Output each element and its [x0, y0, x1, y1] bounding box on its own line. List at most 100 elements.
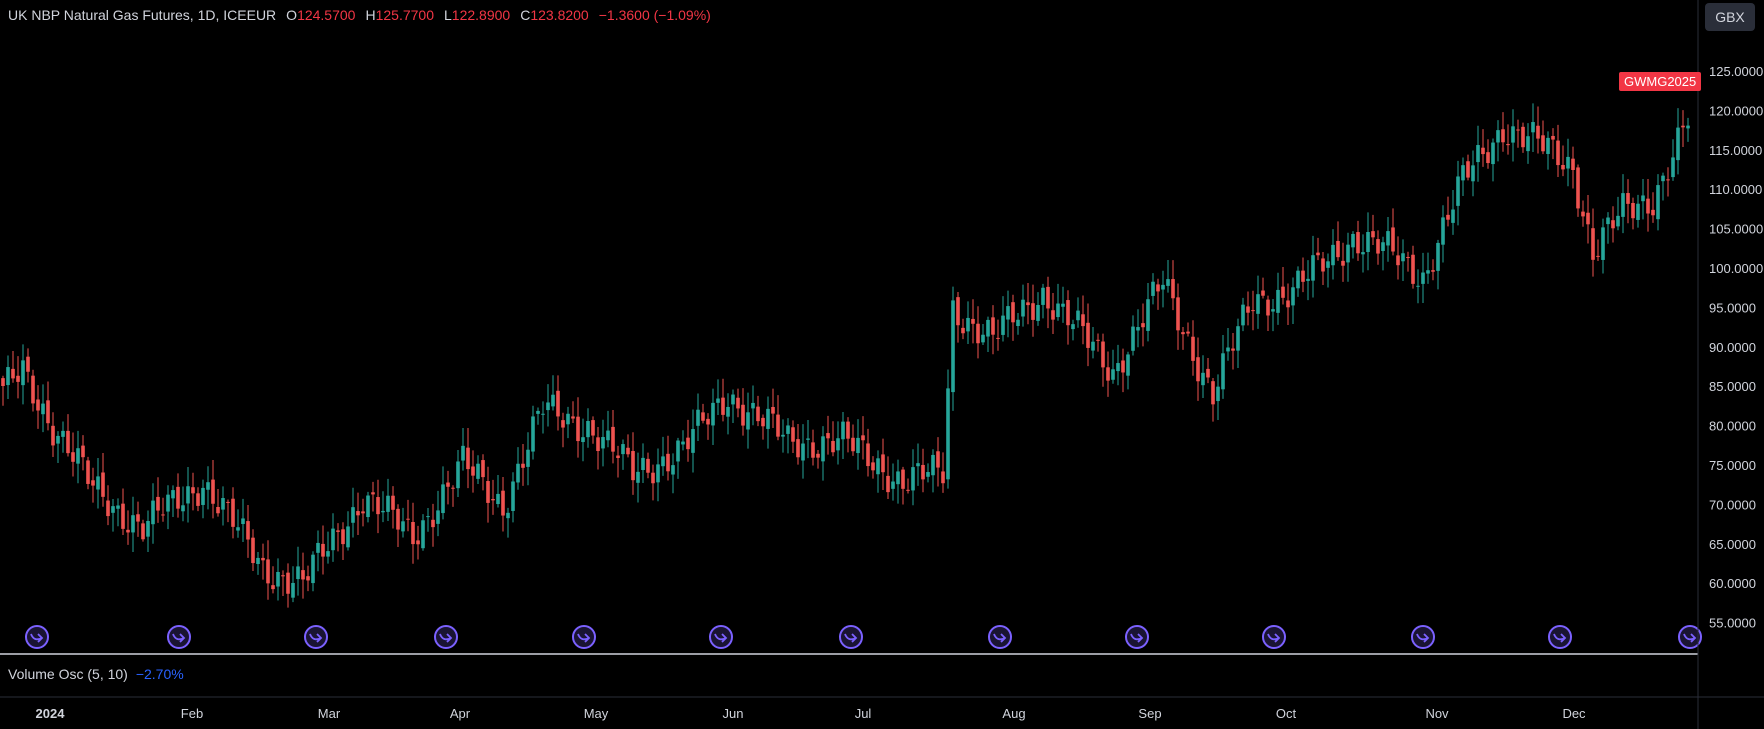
- candle-body[interactable]: [1031, 303, 1035, 320]
- candle-body[interactable]: [981, 334, 985, 343]
- candle-body[interactable]: [186, 486, 190, 504]
- candle-body[interactable]: [931, 454, 935, 476]
- candle-body[interactable]: [1351, 233, 1355, 248]
- candle-body[interactable]: [76, 448, 80, 464]
- candle-body[interactable]: [1081, 314, 1085, 327]
- candle-body[interactable]: [851, 437, 855, 452]
- candle-body[interactable]: [391, 495, 395, 510]
- candle-body[interactable]: [81, 445, 85, 458]
- candle-body[interactable]: [1631, 202, 1635, 219]
- candle-body[interactable]: [621, 444, 625, 455]
- candle-body[interactable]: [556, 390, 560, 417]
- candle-body[interactable]: [746, 412, 750, 430]
- candle-body[interactable]: [266, 559, 270, 584]
- candle-body[interactable]: [1151, 281, 1155, 296]
- candle-body[interactable]: [236, 527, 240, 531]
- candle-body[interactable]: [1266, 299, 1270, 316]
- candle-body[interactable]: [1201, 372, 1205, 386]
- event-marker-icon[interactable]: [25, 625, 49, 649]
- candle-body[interactable]: [561, 420, 565, 428]
- candle-body[interactable]: [956, 297, 960, 326]
- candle-body[interactable]: [501, 490, 505, 516]
- candle-body[interactable]: [496, 493, 500, 505]
- candle-body[interactable]: [871, 462, 875, 471]
- candle-body[interactable]: [721, 397, 725, 415]
- currency-button[interactable]: GBX: [1705, 3, 1755, 31]
- candle-body[interactable]: [571, 416, 575, 419]
- candle-body[interactable]: [1296, 270, 1300, 289]
- candle-body[interactable]: [661, 456, 665, 467]
- candle-body[interactable]: [831, 440, 835, 453]
- candle-body[interactable]: [1366, 232, 1370, 253]
- candle-body[interactable]: [381, 510, 385, 513]
- candle-body[interactable]: [111, 506, 115, 513]
- candle-body[interactable]: [801, 443, 805, 461]
- candle-body[interactable]: [221, 498, 225, 510]
- candle-body[interactable]: [541, 413, 545, 415]
- candle-body[interactable]: [1656, 185, 1660, 220]
- event-marker-icon[interactable]: [304, 625, 328, 649]
- candle-body[interactable]: [336, 530, 340, 532]
- candle-body[interactable]: [1111, 369, 1115, 380]
- candle-body[interactable]: [966, 317, 970, 332]
- candle-body[interactable]: [1651, 209, 1655, 216]
- candle-body[interactable]: [1451, 209, 1455, 223]
- candle-body[interactable]: [36, 399, 40, 411]
- candle-body[interactable]: [626, 447, 630, 455]
- candle-body[interactable]: [286, 572, 290, 594]
- candle-body[interactable]: [1501, 129, 1505, 143]
- candle-body[interactable]: [256, 557, 260, 564]
- candle-body[interactable]: [711, 402, 715, 426]
- candle-body[interactable]: [1186, 331, 1190, 334]
- candle-body[interactable]: [1686, 125, 1690, 129]
- candle-body[interactable]: [976, 323, 980, 344]
- candle-body[interactable]: [1041, 287, 1045, 305]
- candle-body[interactable]: [511, 481, 515, 511]
- candle-body[interactable]: [1001, 315, 1005, 335]
- candle-body[interactable]: [321, 543, 325, 557]
- candle-body[interactable]: [1611, 220, 1615, 229]
- candle-body[interactable]: [1011, 302, 1015, 323]
- candle-body[interactable]: [1056, 303, 1060, 318]
- candle-body[interactable]: [901, 469, 905, 489]
- candle-body[interactable]: [1251, 310, 1255, 312]
- candle-body[interactable]: [1341, 260, 1345, 266]
- candle-body[interactable]: [786, 425, 790, 434]
- candle-body[interactable]: [1386, 231, 1390, 246]
- candle-body[interactable]: [1541, 135, 1545, 152]
- candle-body[interactable]: [426, 516, 430, 518]
- candle-body[interactable]: [106, 500, 110, 517]
- candle-body[interactable]: [526, 449, 530, 467]
- candle-body[interactable]: [376, 497, 380, 515]
- candle-body[interactable]: [551, 394, 555, 407]
- candle-body[interactable]: [1381, 242, 1385, 252]
- candle-body[interactable]: [161, 514, 165, 516]
- candle-body[interactable]: [656, 464, 660, 483]
- candle-body[interactable]: [1231, 348, 1235, 351]
- candle-body[interactable]: [941, 471, 945, 484]
- candle-body[interactable]: [471, 466, 475, 476]
- candle-body[interactable]: [171, 490, 175, 499]
- candle-body[interactable]: [756, 406, 760, 422]
- candle-body[interactable]: [926, 472, 930, 477]
- candle-body[interactable]: [1106, 367, 1110, 381]
- candle-body[interactable]: [1336, 240, 1340, 258]
- candle-body[interactable]: [1216, 386, 1220, 402]
- candle-body[interactable]: [1021, 299, 1025, 317]
- candle-body[interactable]: [1681, 125, 1685, 128]
- event-marker-icon[interactable]: [1262, 625, 1286, 649]
- candle-body[interactable]: [921, 464, 925, 480]
- candle-body[interactable]: [591, 420, 595, 436]
- candle-body[interactable]: [1356, 232, 1360, 254]
- event-marker-icon[interactable]: [1548, 625, 1572, 649]
- candle-body[interactable]: [1676, 127, 1680, 161]
- candle-body[interactable]: [141, 523, 145, 540]
- candle-body[interactable]: [1401, 253, 1405, 262]
- candle-body[interactable]: [101, 472, 105, 497]
- candle-body[interactable]: [1036, 304, 1040, 321]
- candle-body[interactable]: [1536, 125, 1540, 139]
- candle-body[interactable]: [1421, 272, 1425, 284]
- candle-body[interactable]: [1086, 322, 1090, 348]
- candle-body[interactable]: [816, 453, 820, 458]
- event-marker-icon[interactable]: [839, 625, 863, 649]
